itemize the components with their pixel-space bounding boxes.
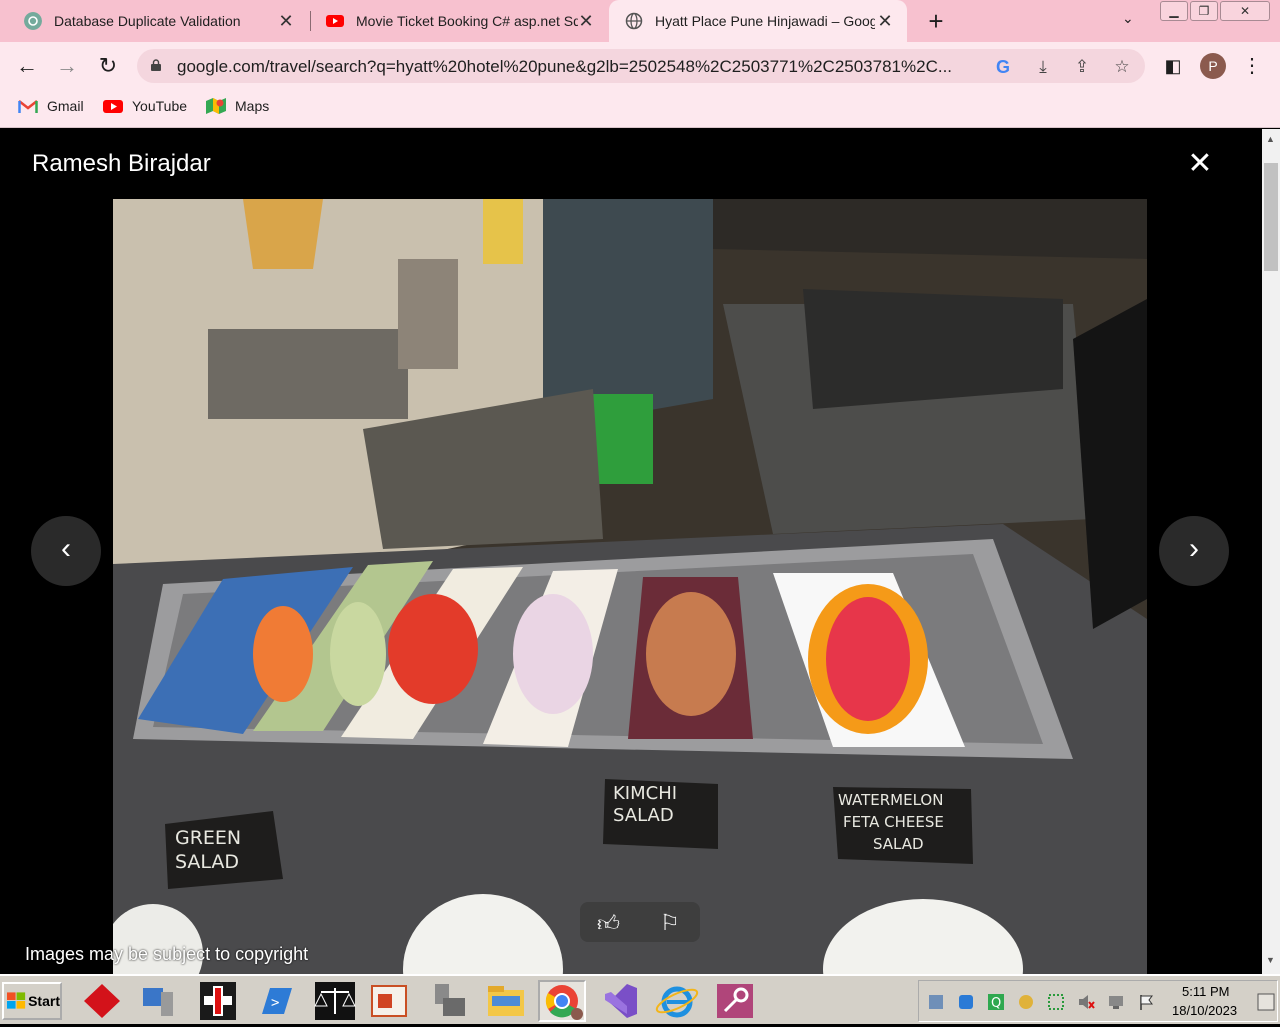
reload-icon[interactable]: ↻ bbox=[94, 52, 122, 80]
thumbs-up-icon[interactable]: 👍︎ bbox=[597, 910, 620, 937]
visual-studio-icon[interactable] bbox=[597, 980, 645, 1022]
youtube-icon bbox=[326, 15, 344, 27]
close-window-icon[interactable]: ✕ bbox=[1220, 1, 1270, 21]
clock-date[interactable]: 18/10/2023 bbox=[1172, 1003, 1237, 1018]
tray-grid-icon[interactable] bbox=[1047, 993, 1065, 1011]
next-photo-chevron-right-icon[interactable]: › bbox=[1159, 516, 1229, 586]
tab-title: Movie Ticket Booking C# asp.net Sq bbox=[356, 13, 578, 29]
powerpoint-icon[interactable] bbox=[366, 980, 414, 1022]
report-flag-icon[interactable]: ⚐ bbox=[660, 910, 680, 936]
minimize-icon[interactable]: ▁ bbox=[1160, 1, 1188, 21]
new-tab-icon[interactable]: + bbox=[924, 6, 948, 37]
tab-hyatt-place-pune[interactable]: Hyatt Place Pune Hinjawadi – Googl ✕ bbox=[609, 0, 907, 42]
youtube-icon bbox=[103, 100, 123, 113]
tray-update-icon[interactable] bbox=[1017, 993, 1035, 1011]
ruby-app-icon[interactable] bbox=[78, 980, 126, 1022]
key-app-icon[interactable] bbox=[711, 980, 759, 1022]
photo-lightbox: Ramesh Birajdar ✕ GREEN SALAD KIMCHI SAL… bbox=[0, 129, 1262, 974]
bookmark-gmail[interactable]: Gmail bbox=[18, 98, 84, 114]
tab-database-duplicate-validation[interactable]: Database Duplicate Validation ✕ bbox=[0, 0, 308, 42]
salad-buffet-image: GREEN SALAD KIMCHI SALAD WATERMELON FETA CH… bbox=[113, 199, 1147, 974]
tab-search-chevron-icon[interactable]: ⌄ bbox=[1122, 10, 1134, 27]
browser-toolbar: ← → ↻ google.com/travel/search?q=hyatt%2… bbox=[0, 42, 1280, 90]
tray-display-icon[interactable] bbox=[1107, 993, 1125, 1011]
photo-actions: 👍︎ ⚐ bbox=[580, 902, 700, 942]
powershell-icon[interactable]: > bbox=[252, 980, 300, 1022]
tray-show-desktop-icon[interactable] bbox=[1257, 993, 1275, 1011]
bookmark-youtube[interactable]: YouTube bbox=[103, 98, 187, 114]
copyright-notice: Images may be subject to copyright bbox=[25, 944, 309, 964]
tab-movie-ticket-booking[interactable]: Movie Ticket Booking C# asp.net Sq ✕ bbox=[302, 0, 608, 42]
forward-arrow-icon[interactable]: → bbox=[53, 52, 81, 80]
start-button[interactable]: Start bbox=[2, 982, 62, 1020]
chatgpt-icon bbox=[24, 12, 42, 30]
restore-icon[interactable]: ❐ bbox=[1190, 1, 1218, 21]
start-label: Start bbox=[28, 993, 60, 1009]
first-aid-app-icon[interactable] bbox=[194, 980, 242, 1022]
tab-title: Hyatt Place Pune Hinjawadi – Googl bbox=[655, 13, 875, 29]
install-app-icon[interactable]: ⤓ bbox=[1032, 56, 1054, 78]
bookmark-label: Gmail bbox=[47, 98, 84, 114]
page-scrollbar[interactable]: ▲ ▼ bbox=[1262, 129, 1280, 974]
tab-title: Database Duplicate Validation bbox=[54, 13, 241, 29]
hotel-photo: GREEN SALAD KIMCHI SALAD WATERMELON FETA CH… bbox=[113, 199, 1147, 974]
scales-app-icon[interactable] bbox=[311, 980, 359, 1022]
tray-volume-muted-icon[interactable] bbox=[1077, 993, 1095, 1011]
share-icon[interactable]: ⇪ bbox=[1071, 56, 1093, 78]
tray-flag-icon[interactable] bbox=[1137, 993, 1155, 1011]
maps-icon bbox=[206, 98, 226, 114]
svg-text:Q: Q bbox=[991, 996, 1001, 1011]
lock-icon bbox=[151, 59, 161, 71]
url-text[interactable]: google.com/travel/search?q=hyatt%20hotel… bbox=[177, 57, 977, 77]
tab-close-icon[interactable]: ✕ bbox=[875, 11, 895, 32]
windows-taskbar: Start > Q 5:11 PM 18/10/2023 bbox=[0, 974, 1280, 1024]
close-icon[interactable]: ✕ bbox=[1186, 149, 1214, 179]
bookmarks-bar: Gmail YouTube Maps bbox=[0, 90, 1280, 128]
profile-avatar[interactable]: P bbox=[1200, 53, 1226, 79]
tab-close-icon[interactable]: ✕ bbox=[276, 11, 296, 32]
tray-shield-icon[interactable] bbox=[957, 993, 975, 1011]
clock-time[interactable]: 5:11 PM bbox=[1182, 984, 1229, 999]
previous-photo-chevron-left-icon[interactable]: ‹ bbox=[31, 516, 101, 586]
scroll-up-icon[interactable]: ▲ bbox=[1266, 134, 1275, 144]
scroll-thumb[interactable] bbox=[1264, 163, 1278, 271]
bookmark-label: Maps bbox=[235, 98, 270, 114]
bookmark-label: YouTube bbox=[132, 98, 188, 114]
svg-text:>: > bbox=[271, 995, 279, 1011]
google-lens-icon[interactable]: G bbox=[992, 56, 1014, 78]
window-controls: ▁ ❐ ✕ bbox=[1160, 1, 1272, 21]
network-computer-icon[interactable] bbox=[135, 980, 183, 1022]
bookmark-star-icon[interactable]: ☆ bbox=[1111, 56, 1133, 78]
file-explorer-icon[interactable] bbox=[482, 980, 530, 1022]
sign-kimchi-salad: KIMCHI SALAD bbox=[613, 783, 677, 826]
side-panel-icon[interactable]: ◧ bbox=[1159, 52, 1187, 80]
gmail-icon bbox=[18, 100, 38, 113]
tray-q-icon[interactable]: Q bbox=[987, 993, 1005, 1011]
globe-icon bbox=[625, 12, 643, 30]
bookmark-maps[interactable]: Maps bbox=[206, 98, 269, 114]
server-app-icon[interactable] bbox=[425, 980, 473, 1022]
tab-close-icon[interactable]: ✕ bbox=[576, 11, 596, 32]
tray-network-icon[interactable] bbox=[927, 993, 945, 1011]
back-arrow-icon[interactable]: ← bbox=[13, 52, 41, 80]
photo-author: Ramesh Birajdar bbox=[32, 150, 211, 177]
windows-logo-icon bbox=[7, 992, 26, 1009]
chrome-menu-icon[interactable]: ⋮ bbox=[1238, 52, 1266, 80]
internet-explorer-icon[interactable] bbox=[653, 980, 701, 1022]
address-bar[interactable]: google.com/travel/search?q=hyatt%20hotel… bbox=[137, 49, 1145, 83]
chrome-taskbar-icon[interactable] bbox=[538, 980, 586, 1022]
scroll-down-icon[interactable]: ▼ bbox=[1266, 955, 1275, 965]
tab-strip: Database Duplicate Validation ✕ Movie Ti… bbox=[0, 0, 1280, 42]
